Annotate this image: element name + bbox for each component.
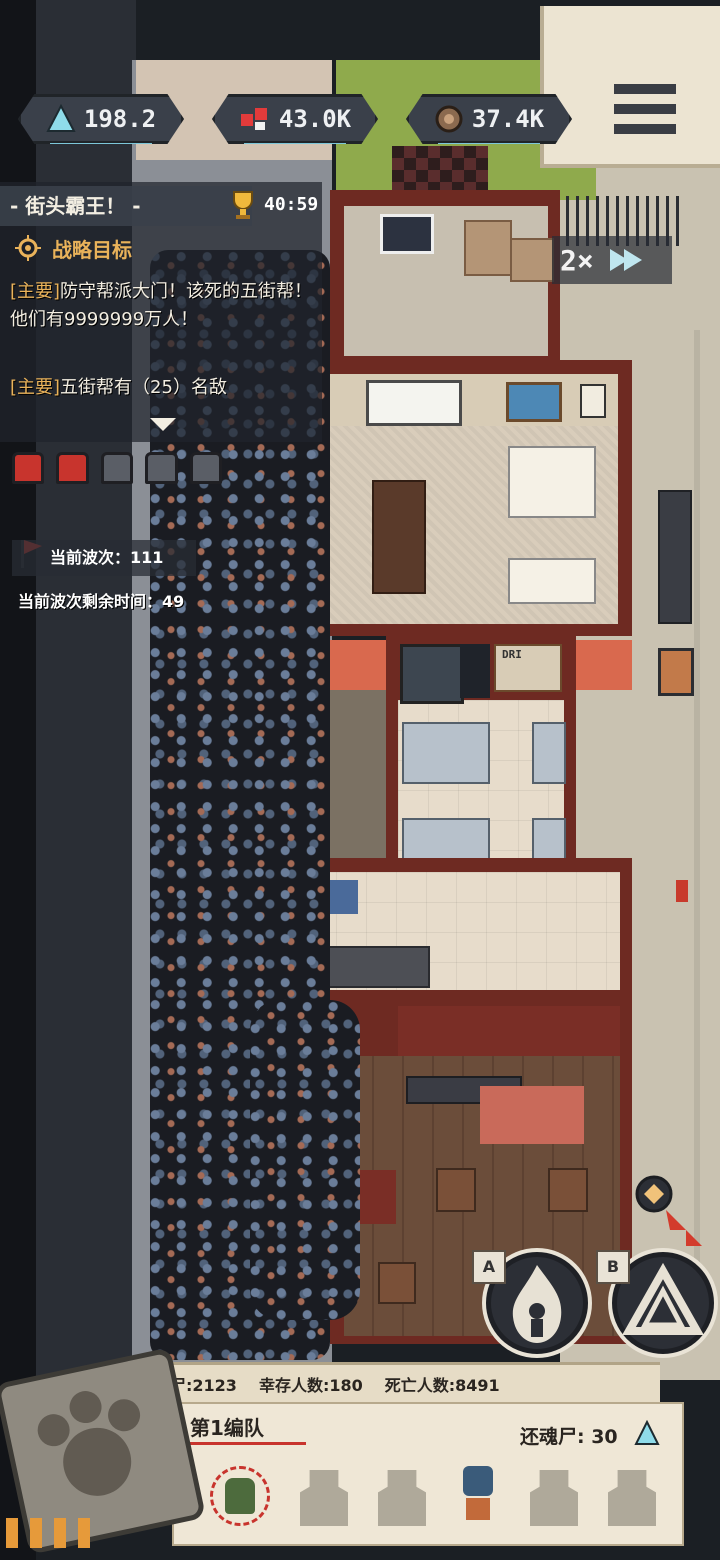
bottom-stats-bar: 丧尸:2123 幸存人数:180 死亡人数:8491	[140, 1362, 660, 1402]
speed-toggle[interactable]: 2×	[552, 236, 672, 284]
shelf-1	[402, 722, 490, 784]
squad-name[interactable]: 第1编队	[190, 1412, 264, 1441]
shield-empty-icon	[189, 452, 223, 484]
resource-food[interactable]: 37.4K	[406, 94, 572, 144]
shield-active-icon	[12, 452, 45, 484]
tent-icon	[622, 1262, 704, 1335]
menu-button[interactable]	[606, 78, 684, 142]
side-desk	[508, 558, 596, 604]
revive-crystal-icon	[634, 1420, 660, 1445]
dartboard	[580, 384, 606, 418]
survivor-count: 幸存人数:180	[258, 1375, 363, 1395]
resource-medical-value: 43.0K	[278, 105, 352, 133]
squad-slot-empty[interactable]	[300, 1470, 348, 1526]
unit-body	[466, 1498, 490, 1520]
office-desk	[372, 480, 426, 594]
orange-ledge-right	[576, 640, 632, 690]
bar-table-2	[548, 1168, 588, 1212]
street-lamp	[658, 490, 692, 624]
road-line	[694, 330, 700, 1330]
room-sign-board: DRI	[494, 644, 562, 692]
bar-backwall	[398, 1006, 620, 1056]
crate-stack	[464, 220, 512, 276]
target-icon	[15, 235, 41, 261]
food-can-icon	[435, 105, 463, 133]
squad-slot-empty[interactable]	[608, 1470, 656, 1526]
side-room-floor	[330, 690, 386, 860]
squad-slot-empty[interactable]	[378, 1470, 426, 1526]
expand-chevron-icon[interactable]	[148, 414, 178, 434]
mission-timer: 40:59	[264, 194, 319, 215]
fridge-unit	[400, 644, 464, 704]
room-sign: DRI	[502, 648, 522, 661]
squad-slots	[210, 1466, 656, 1526]
soldier-avatar-icon	[225, 1478, 255, 1514]
crate-stack-2	[510, 238, 554, 282]
computer-desk	[508, 446, 596, 518]
bar-table-1	[436, 1168, 476, 1212]
paw-print-icon	[37, 1391, 141, 1496]
squad-slot-unit[interactable]	[456, 1466, 500, 1526]
triangle-crystal-icon	[46, 104, 76, 132]
defense-shields	[12, 452, 223, 484]
entrance-window	[380, 214, 434, 254]
office-backwall	[314, 374, 618, 426]
mission-title: - 街头霸王！ -	[10, 194, 141, 218]
mission-panel: - 街头霸王！ - 40:59 战略目标 [主要]防守帮派大门！该死的五街帮！他…	[0, 182, 322, 442]
unit-avatar-icon	[463, 1466, 493, 1496]
speed-label: 2×	[560, 243, 594, 277]
objective-2-tag: [主要]	[10, 377, 61, 398]
ability-b-key: B	[596, 1250, 630, 1284]
resource-crystal[interactable]: 198.2	[18, 94, 184, 144]
shield-active-icon	[56, 452, 89, 484]
squad-panel: 第1编队 还魂尸: 30	[172, 1402, 684, 1546]
bottom-left-stripes	[6, 1518, 102, 1548]
squad-underline	[186, 1442, 306, 1445]
objective-2[interactable]: [主要]五街帮有（25）名敌	[10, 374, 314, 402]
resource-medical[interactable]: 43.0K	[212, 94, 378, 144]
direction-arrow-icon	[666, 1210, 702, 1246]
bar-table-3	[378, 1262, 416, 1304]
shelf-2	[532, 722, 566, 784]
red-rug	[480, 1086, 584, 1144]
objective-1[interactable]: [主要]防守帮派大门！该死的五街帮！他们有9999999万人！	[10, 278, 314, 334]
hamburger-menu-icon	[614, 84, 676, 134]
fire-hydrant	[676, 880, 688, 902]
resource-crystal-value: 198.2	[83, 105, 157, 133]
medkit-icon	[240, 108, 267, 130]
wave-remaining: 当前波次剩余时间：49	[18, 592, 185, 611]
objective-2-text: 五街帮有（25）名敌	[60, 377, 227, 398]
vending-machine	[658, 648, 694, 696]
shield-empty-icon	[145, 452, 178, 484]
ability-a-key: A	[472, 1250, 506, 1284]
whiteboard	[366, 380, 462, 426]
resource-food-value: 37.4K	[471, 105, 545, 133]
wave-current: 当前波次：111	[50, 548, 164, 567]
ability-a-key-label: A	[482, 1257, 496, 1276]
wall-map	[506, 382, 562, 422]
fast-forward-icon	[609, 249, 642, 271]
zombie-horde-spill	[250, 1000, 360, 1320]
squad-slot-empty[interactable]	[530, 1470, 578, 1526]
revive-count: 还魂尸: 30	[520, 1426, 618, 1448]
objectives-header: 战略目标	[52, 238, 132, 262]
shield-empty-icon	[100, 452, 134, 484]
game-screen: DRI 198.2 43.0K 37.4K - 街头霸王！ - 40:59 战略…	[0, 0, 720, 1560]
dark-door	[460, 644, 490, 698]
trophy-icon	[233, 191, 253, 219]
dead-count: 死亡人数:8491	[384, 1375, 500, 1395]
squad-slot-selected[interactable]	[210, 1466, 270, 1526]
ability-b-key-label: B	[606, 1257, 620, 1276]
objective-1-tag: [主要]	[10, 281, 61, 302]
